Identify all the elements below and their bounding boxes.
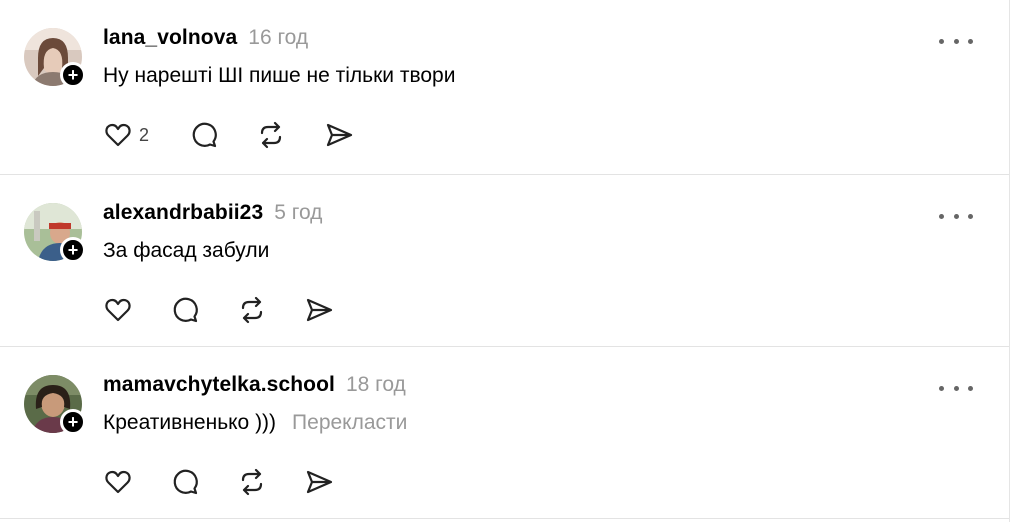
plus-icon: + bbox=[67, 411, 79, 432]
more-dots-icon[interactable] bbox=[939, 383, 973, 393]
reply-post: + alexandrbabii23 5 год За фасад забули bbox=[0, 175, 1009, 347]
post-text: Ну нарешті ШІ пише не тільки твори bbox=[103, 64, 455, 88]
follow-plus-button[interactable]: + bbox=[60, 237, 86, 263]
reply-button[interactable] bbox=[189, 120, 256, 150]
timestamp[interactable]: 18 год bbox=[346, 373, 406, 397]
post-body: Креативненько ))) bbox=[103, 411, 277, 434]
post-body: За фасад забули bbox=[103, 239, 270, 262]
post-text: Креативненько ))) Перекласти bbox=[103, 411, 407, 435]
reply-button[interactable] bbox=[170, 295, 237, 325]
reply-button[interactable] bbox=[170, 467, 237, 497]
action-bar bbox=[103, 294, 334, 326]
heart-icon bbox=[105, 123, 131, 147]
more-dots-icon[interactable] bbox=[939, 211, 973, 221]
repost-icon bbox=[260, 121, 282, 149]
post-header: alexandrbabii23 5 год bbox=[103, 201, 322, 225]
comment-icon bbox=[173, 297, 198, 323]
action-bar: 2 bbox=[103, 119, 354, 151]
repost-button[interactable] bbox=[237, 467, 304, 497]
heart-icon bbox=[105, 470, 131, 494]
share-button[interactable] bbox=[324, 120, 354, 150]
post-text: За фасад забули bbox=[103, 239, 269, 263]
plus-icon: + bbox=[67, 64, 79, 85]
translate-link[interactable]: Перекласти bbox=[292, 411, 407, 435]
username[interactable]: lana_volnova bbox=[103, 26, 237, 50]
plus-icon: + bbox=[67, 239, 79, 260]
more-dots-icon[interactable] bbox=[939, 36, 973, 46]
share-button[interactable] bbox=[304, 295, 334, 325]
timestamp[interactable]: 16 год bbox=[248, 26, 308, 50]
like-button[interactable] bbox=[103, 467, 170, 497]
comment-icon bbox=[192, 122, 217, 148]
share-button[interactable] bbox=[304, 467, 334, 497]
action-bar bbox=[103, 466, 334, 498]
heart-icon bbox=[105, 298, 131, 322]
like-button[interactable] bbox=[103, 295, 170, 325]
repost-button[interactable] bbox=[237, 295, 304, 325]
comment-icon bbox=[173, 469, 198, 495]
post-header: lana_volnova 16 год bbox=[103, 26, 308, 50]
send-icon bbox=[326, 123, 353, 147]
avatar-wrapper[interactable]: + bbox=[24, 28, 86, 88]
post-body: Ну нарешті ШІ пише не тільки твори bbox=[103, 64, 456, 87]
username[interactable]: alexandrbabii23 bbox=[103, 201, 263, 225]
thread-replies: + lana_volnova 16 год Ну нарешті ШІ пише… bbox=[0, 0, 1010, 522]
avatar-wrapper[interactable]: + bbox=[24, 203, 86, 263]
like-count: 2 bbox=[139, 124, 150, 145]
repost-button[interactable] bbox=[256, 120, 324, 150]
repost-icon bbox=[241, 468, 263, 496]
like-button[interactable]: 2 bbox=[103, 120, 189, 150]
reply-post: + mamavchytelka.school 18 год Креативнен… bbox=[0, 347, 1009, 519]
avatar-wrapper[interactable]: + bbox=[24, 375, 86, 435]
send-icon bbox=[306, 298, 333, 322]
username[interactable]: mamavchytelka.school bbox=[103, 373, 335, 397]
post-header: mamavchytelka.school 18 год bbox=[103, 373, 406, 397]
send-icon bbox=[306, 470, 333, 494]
reply-post: + lana_volnova 16 год Ну нарешті ШІ пише… bbox=[0, 0, 1009, 175]
repost-icon bbox=[241, 296, 263, 324]
follow-plus-button[interactable]: + bbox=[60, 409, 86, 435]
timestamp[interactable]: 5 год bbox=[274, 201, 322, 225]
follow-plus-button[interactable]: + bbox=[60, 62, 86, 88]
